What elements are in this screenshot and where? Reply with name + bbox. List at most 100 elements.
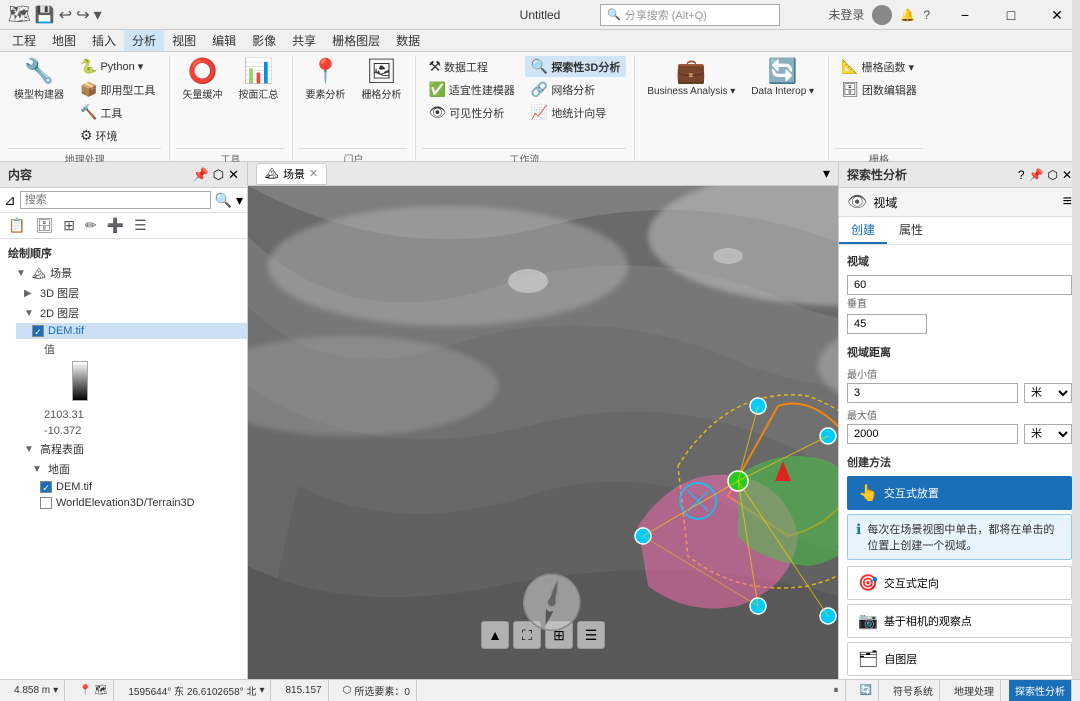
menu-share[interactable]: 共享 (284, 30, 324, 51)
search-box[interactable]: 🔍 分享搜索 (Alt+Q) (600, 4, 780, 26)
elevation-surface-item[interactable]: ▼ 高程表面 (8, 439, 247, 459)
min-dist-input[interactable] (847, 383, 1018, 403)
ribbon-btn-python[interactable]: 🐍 Python ▾ (74, 56, 161, 77)
ribbon-btn-ready-tools[interactable]: 📦 即用型工具 (74, 79, 161, 100)
scene-tab-close[interactable]: ✕ (309, 167, 318, 180)
ribbon-btn-business-analysis[interactable]: 💼 Business Analysis ▾ (641, 56, 741, 101)
map-btn-3d-settings[interactable]: ☰ (577, 621, 605, 649)
close-contents-icon[interactable]: ✕ (228, 167, 239, 183)
analysis-float-icon[interactable]: ⬡ (1047, 168, 1057, 182)
world-elevation-item[interactable]: WorldElevation3D/Terrain3D (24, 495, 247, 511)
tab-create[interactable]: 创建 (839, 217, 887, 244)
menu-edit[interactable]: 编辑 (204, 30, 244, 51)
ribbon-btn-data-engineering[interactable]: ⚒ 数据工程 (422, 56, 520, 77)
ribbon-btn-exploratory-3d[interactable]: 🔍 探索性3D分析 (525, 56, 627, 77)
status-coord-system[interactable]: 符号系统 (887, 680, 940, 701)
ribbon-btn-feature-analysis[interactable]: 📍 要素分析 (299, 56, 351, 105)
map-canvas[interactable]: ▲ ⛶ ⊞ ☰ (248, 186, 838, 679)
status-locator[interactable]: 📍 🗺 (73, 680, 114, 701)
ribbon-btn-geostat[interactable]: 📈 地统计向导 (525, 102, 627, 123)
ribbon-btn-model-builder[interactable]: 🔧 模型构建器 (8, 56, 70, 105)
ribbon-btn-vector-buffer[interactable]: ⭕ 矢量缓冲 (176, 56, 228, 105)
menu-insert[interactable]: 插入 (84, 30, 124, 51)
unpin-icon[interactable]: ⬡ (213, 167, 224, 183)
method-btn-interactive-place[interactable]: 👆 交互式放置 (847, 476, 1072, 510)
menu-view[interactable]: 视图 (164, 30, 204, 51)
menu-raster-layer[interactable]: 栅格图层 (324, 30, 388, 51)
right-panel-scrollbar[interactable] (1072, 0, 1080, 701)
world-elevation-checkbox[interactable] (40, 497, 52, 509)
minimize-button[interactable]: − (942, 0, 988, 30)
max-dist-unit[interactable]: 米 千米 (1024, 424, 1072, 444)
ribbon-btn-suitability[interactable]: ✅ 适宜性建模器 (422, 79, 520, 100)
method-btn-camera[interactable]: 📷 基于相机的观察点 (847, 604, 1072, 638)
dem-tif-checkbox[interactable] (32, 325, 44, 337)
ribbon-btn-env[interactable]: ⚙ 环境 (74, 125, 161, 146)
analysis-help-icon[interactable]: ? (1018, 168, 1025, 182)
scene-tree-item[interactable]: ▼ 🏔 场景 (0, 263, 247, 283)
ribbon-btn-visibility[interactable]: 👁 可见性分析 (422, 102, 520, 123)
ribbon-btn-raster-func[interactable]: 📐 栅格函数 ▾ (835, 56, 923, 77)
ribbon-btn-network-analysis[interactable]: 🔗 网络分析 (525, 79, 627, 100)
status-pause[interactable]: ⏸ (828, 680, 846, 701)
undo-icon[interactable]: ↩ (59, 5, 72, 25)
menu-data[interactable]: 数据 (388, 30, 428, 51)
scene-tab[interactable]: 🏔 场景 ✕ (256, 163, 327, 185)
pin-icon[interactable]: 📌 (193, 167, 209, 183)
drawing-order-label[interactable]: 绘制顺序 (0, 243, 247, 263)
ribbon-btn-tools[interactable]: 🔨 工具 (74, 102, 161, 123)
ground-item[interactable]: ▼ 地面 (16, 459, 247, 479)
bell-icon[interactable]: 🔔 (900, 8, 915, 22)
menu-map[interactable]: 地图 (44, 30, 84, 51)
status-refresh[interactable]: 🔄 (854, 680, 879, 701)
layer-2d-item[interactable]: ▼ 2D 图层 (8, 303, 247, 323)
ribbon-btn-raster-analysis[interactable]: 🖼 栅格分析 (355, 56, 407, 105)
more-layer-icon[interactable]: ☰ (130, 215, 151, 236)
map-header-dropdown[interactable]: ▾ (823, 165, 830, 182)
analysis-content: 视域 垂直 视域距离 最小值 米 千米 最大值 (839, 245, 1080, 679)
status-selected: ⬡ 所选要素：0 (337, 680, 417, 701)
layer-view-icon[interactable]: 📋 (4, 215, 29, 236)
analysis-pin-icon[interactable]: 📌 (1029, 168, 1044, 182)
min-dist-unit[interactable]: 米 千米 (1024, 383, 1072, 403)
maximize-button[interactable]: □ (988, 0, 1034, 30)
status-analysis-tab[interactable]: 探索性分析 (1009, 680, 1072, 701)
menu-analysis[interactable]: 分析 (124, 30, 164, 51)
analysis-menu-icon[interactable]: ≡ (1063, 193, 1072, 211)
help-icon[interactable]: ? (923, 8, 930, 22)
coord-dropdown[interactable]: ▾ (259, 685, 264, 696)
filter-layer-icon[interactable]: ⊞ (59, 215, 79, 236)
add-layer-icon[interactable]: ➕ (103, 215, 128, 236)
distance-group: 视域距离 最小值 米 千米 最大值 米 千米 (847, 344, 1072, 444)
draw-icon[interactable]: ✏ (81, 215, 101, 236)
max-dist-input[interactable] (847, 424, 1018, 444)
layer-3d-item[interactable]: ▶ 3D 图层 (8, 283, 247, 303)
save-icon[interactable]: 💾 (35, 5, 55, 25)
search-execute-icon[interactable]: 🔍 (215, 192, 232, 209)
method-btn-layer1[interactable]: 🗂 自图层 (847, 642, 1072, 676)
method-btn-interactive-orient[interactable]: 🎯 交互式定向 (847, 566, 1072, 600)
dem-ground-checkbox[interactable] (40, 481, 52, 493)
menu-project[interactable]: 工程 (4, 30, 44, 51)
ribbon-btn-group-editor[interactable]: 🗄 团数编辑器 (835, 79, 923, 100)
more-icon[interactable]: ▾ (94, 5, 102, 25)
bu-input[interactable] (847, 275, 1072, 295)
dem-ground-item[interactable]: DEM.tif (24, 479, 247, 495)
db-icon[interactable]: 🗄 (31, 215, 57, 236)
status-geoprocessing[interactable]: 地理处理 (948, 680, 1001, 701)
ribbon-btn-data-interop[interactable]: 🔄 Data Interop ▾ (745, 56, 820, 101)
scale-dropdown[interactable]: ▾ (53, 685, 58, 696)
user-avatar[interactable] (872, 5, 892, 25)
main-area: 内容 📌 ⬡ ✕ ⊿ 🔍 ▾ 📋 🗄 ⊞ ✏ ➕ ☰ 绘制顺序 ▼ 🏔 (0, 162, 1080, 679)
status-elevation: 815.157 (279, 680, 328, 701)
vertical-input[interactable] (847, 314, 927, 334)
menu-imagery[interactable]: 影像 (244, 30, 284, 51)
analysis-close-icon[interactable]: ✕ (1062, 168, 1072, 182)
map-btn-up[interactable]: ▲ (481, 621, 509, 649)
tab-attribute[interactable]: 属性 (887, 217, 935, 244)
search-settings-icon[interactable]: ▾ (236, 192, 243, 209)
ribbon-btn-summarize[interactable]: 📊 按面汇总 (232, 56, 284, 105)
redo-icon[interactable]: ↪ (76, 5, 89, 25)
contents-search-input[interactable] (20, 191, 211, 209)
dem-tif-item[interactable]: DEM.tif (16, 323, 247, 339)
